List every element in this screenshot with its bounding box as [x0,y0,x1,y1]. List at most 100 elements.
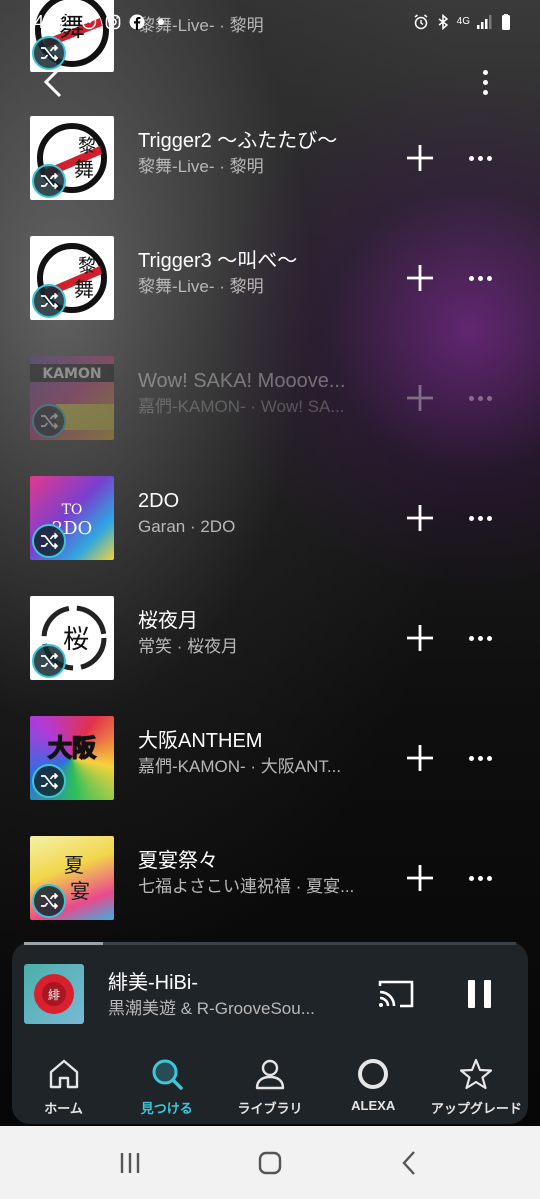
playback-progress[interactable] [24,942,516,945]
now-playing-title: 緋美-HiBi- [108,972,198,994]
add-to-playlist-button[interactable] [402,380,438,416]
track-subtitle: 嘉們-KAMON- · 大阪ANT... [138,757,342,776]
now-playing-artist: 黒潮美遊 & R-GrooveSou... [108,999,315,1018]
shuffle-icon [32,284,66,318]
star-icon [460,1058,493,1090]
add-to-playlist-button[interactable] [402,740,438,776]
more-options-button[interactable] [462,388,498,408]
add-to-playlist-button[interactable] [402,500,438,536]
track-row[interactable]: 黎舞 Trigger3 〜叫べ〜 黎舞-Live- · 黎明 [0,232,540,322]
track-subtitle: 黎舞-Live- · 黎明 [138,157,264,176]
track-title: Wow! SAKA! Mooove... [138,370,346,392]
album-art: KAMON [30,356,114,440]
more-options-button[interactable] [462,268,498,288]
track-subtitle: 嘉們-KAMON- · Wow! SA... [138,397,345,416]
network-label: 4G [456,16,470,27]
facebook-icon [129,14,145,30]
track-subtitle: 七福よさこい連祝禧 · 夏宴... [138,877,355,896]
shuffle-icon [32,644,66,678]
back-arrow-icon [402,1150,415,1175]
more-options-button[interactable] [462,148,498,168]
nav-upgrade[interactable]: アップグレード [425,1052,528,1124]
svg-text:TO: TO [62,502,83,518]
add-to-playlist-button[interactable] [402,260,438,296]
track-title: 桜夜月 [138,610,198,632]
library-person-icon [255,1059,285,1090]
dot-icon [158,19,165,25]
track-list[interactable]: 舞 黎舞-Live- · 黎明 黎舞 Trigger2 〜ふたたび〜 黎舞-Li… [0,0,540,940]
home-square-icon [258,1151,282,1174]
svg-text:夏: 夏 [64,853,84,877]
nav-alexa-label: ALEXA [351,1098,396,1113]
back-system-button[interactable] [390,1143,430,1183]
recents-icon [120,1152,140,1173]
album-art: 夏宴 [30,836,114,920]
nav-home-label: ホーム [44,1101,83,1116]
add-to-playlist-button[interactable] [402,620,438,656]
album-art: 大阪 [30,716,114,800]
track-title: Trigger3 〜叫べ〜 [138,250,298,272]
status-bar: 4:52 4G [0,0,540,44]
track-subtitle: 黎舞-Live- · 黎明 [138,277,264,296]
add-to-playlist-button[interactable] [402,860,438,896]
chevron-left-icon[interactable] [38,62,68,102]
status-time: 4:52 [34,11,70,32]
track-title: 夏宴祭々 [138,850,218,872]
track-subtitle: 常笑 · 桜夜月 [138,637,239,656]
track-title: 2DO [138,490,180,512]
playback-progress-fill [24,942,103,945]
add-to-playlist-button[interactable] [402,140,438,176]
shuffle-icon [32,524,66,558]
svg-text:宴: 宴 [70,879,90,903]
svg-text:KAMON: KAMON [42,366,101,382]
track-row[interactable]: 桜 桜夜月 常笑 · 桜夜月 [0,592,540,682]
cast-icon[interactable] [376,974,416,1014]
more-vertical-icon[interactable] [470,62,500,102]
nav-find-label: 見つける [140,1101,193,1116]
album-art: 桜 [30,596,114,680]
svg-text:舞: 舞 [74,277,94,301]
track-row-unavailable[interactable]: KAMON Wow! SAKA! Mooove... 嘉們-KAMON- · W… [0,352,540,442]
nav-home[interactable]: ホーム [12,1052,115,1124]
album-art: 黎舞 [30,236,114,320]
svg-text:黎: 黎 [78,136,96,157]
recent-apps-button[interactable] [110,1143,150,1183]
svg-text:舞: 舞 [74,157,94,181]
track-row[interactable]: 大阪 大阪ANTHEM 嘉們-KAMON- · 大阪ANT... [0,712,540,802]
nav-library-label: ライブラリ [237,1101,303,1116]
instagram-icon [105,14,121,30]
track-row[interactable]: 黎舞 Trigger2 〜ふたたび〜 黎舞-Live- · 黎明 [0,112,540,202]
nav-find[interactable]: 見つける [115,1052,218,1124]
svg-text:緋: 緋 [48,987,60,1002]
more-options-button[interactable] [462,628,498,648]
bluetooth-icon [438,14,448,30]
system-nav-bar [0,1126,540,1199]
more-options-button[interactable] [462,508,498,528]
alarm-icon [414,14,428,30]
now-playing-bar[interactable]: 緋 緋美-HiBi- 黒潮美遊 & R-GrooveSou... [12,942,528,1052]
track-row[interactable]: TO 2DO 2DO Garan · 2DO [0,472,540,562]
shuffle-icon [32,404,66,438]
more-options-button[interactable] [462,748,498,768]
home-icon [49,1059,78,1089]
track-subtitle: Garan · 2DO [138,517,236,536]
nav-upgrade-label: アップグレード [430,1101,522,1116]
svg-text:桜: 桜 [63,625,89,655]
now-playing-art: 緋 [24,964,84,1024]
more-options-button[interactable] [462,868,498,888]
pause-icon[interactable] [462,974,498,1014]
nav-library[interactable]: ライブラリ [218,1052,321,1124]
alexa-ring-icon [358,1059,389,1089]
nav-alexa[interactable]: ALEXA [322,1052,425,1124]
search-icon [152,1059,183,1090]
shuffle-icon [32,164,66,198]
track-title: 大阪ANTHEM [138,730,263,752]
svg-text:大阪: 大阪 [48,734,96,762]
home-system-button[interactable] [250,1143,290,1183]
shuffle-icon [32,764,66,798]
track-row[interactable]: 夏宴 夏宴祭々 七福よさこい連祝禧 · 夏宴... [0,832,540,922]
album-art: 黎舞 [30,116,114,200]
album-art: TO 2DO [30,476,114,560]
battery-icon [502,14,510,30]
svg-text:黎: 黎 [78,256,96,277]
